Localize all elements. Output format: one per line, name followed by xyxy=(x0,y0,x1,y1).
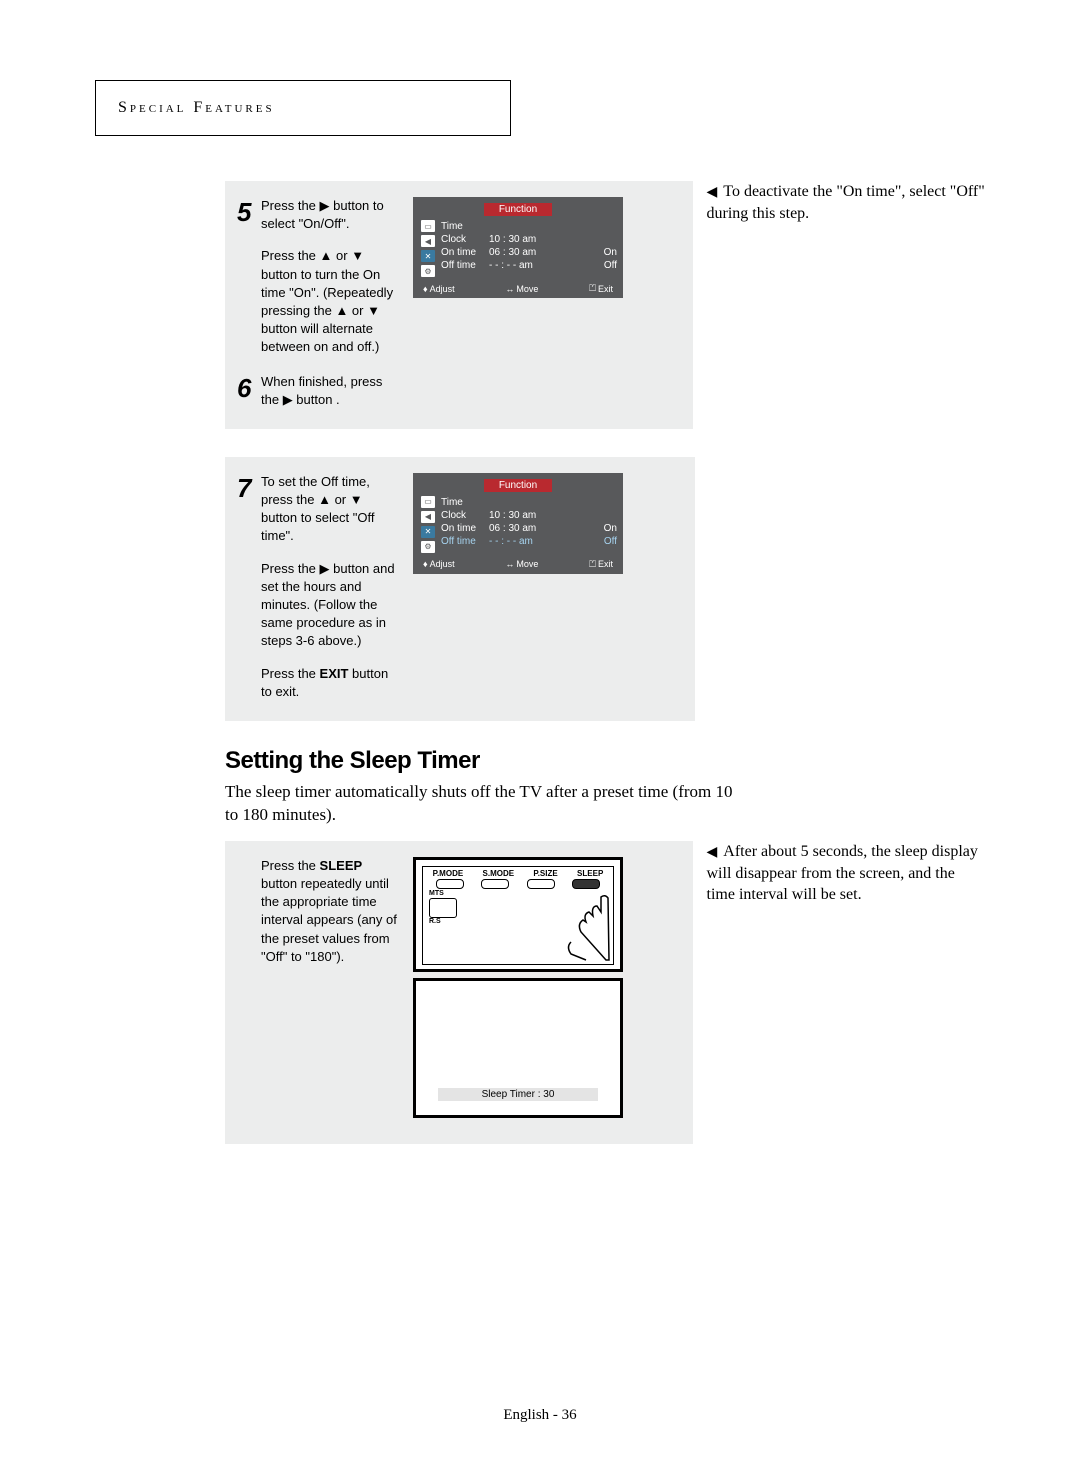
picture-icon: ▭ xyxy=(421,496,435,508)
osd-on-lbl: On time xyxy=(441,247,489,258)
picture-icon: ▭ xyxy=(421,220,435,232)
osd-menu: Function ▭ ◀ ✕ ⚙ Time Clock10 : 30 am xyxy=(413,473,623,574)
step-number xyxy=(237,857,261,859)
remote-btn-label: P.SIZE xyxy=(533,869,557,878)
side-note-2: ◀After about 5 seconds, the sleep displa… xyxy=(707,841,986,906)
remote-btn-label: P.MODE xyxy=(433,869,464,878)
osd-clock-lbl: Clock xyxy=(441,510,489,521)
down-arrow-icon: ▼ xyxy=(350,492,363,507)
osd-adjust: ♦ Adjust xyxy=(423,283,455,294)
step-text: When finished, press the ▶ button . xyxy=(261,373,409,409)
left-pointer-icon: ◀ xyxy=(707,844,718,863)
note-text: To deactivate the "On time", select "Off… xyxy=(707,183,985,222)
section-intro: The sleep timer automatically shuts off … xyxy=(225,781,745,827)
osd-time-lbl: Time xyxy=(441,221,489,232)
page-footer: English - 36 xyxy=(0,1407,1080,1424)
step-number: 6 xyxy=(237,373,261,401)
osd-move: ↔ Move xyxy=(505,559,538,570)
osd-off-lbl: Off time xyxy=(441,260,489,271)
osd-on-lbl: On time xyxy=(441,523,489,534)
sleep-timer-bar: Sleep Timer : 30 xyxy=(438,1088,598,1101)
remote-button xyxy=(527,879,555,889)
osd-title: Function xyxy=(484,479,552,492)
osd-title: Function xyxy=(484,203,552,216)
header-text: Special Features xyxy=(118,99,275,116)
osd-clock-lbl: Clock xyxy=(441,234,489,245)
osd-off-val: - - : - - am xyxy=(489,260,595,271)
hand-icon xyxy=(511,892,611,962)
down-arrow-icon: ▼ xyxy=(367,303,380,318)
step-number: 7 xyxy=(237,473,261,501)
osd-off-stat: Off xyxy=(595,536,617,547)
channel-icon: ✕ xyxy=(421,250,435,262)
setup-icon: ⚙ xyxy=(421,541,435,553)
note-text: After about 5 seconds, the sleep display… xyxy=(707,843,978,903)
section-title: Setting the Sleep Timer xyxy=(225,747,985,775)
channel-icon: ✕ xyxy=(421,526,435,538)
remote-illustration: P.MODE S.MODE P.SIZE SLEEP xyxy=(413,857,623,972)
osd-exit: ⏍ Exit xyxy=(589,283,613,294)
tv-screen-illustration: Sleep Timer : 30 xyxy=(413,978,623,1118)
remote-button xyxy=(436,879,464,889)
osd-exit: ⏍ Exit xyxy=(589,559,613,570)
remote-btn-label: S.MODE xyxy=(483,869,515,878)
osd-clock-val: 10 : 30 am xyxy=(489,510,617,521)
step-5: 5 Press the ▶ button to select "On/Off".… xyxy=(225,191,693,367)
setup-icon: ⚙ xyxy=(421,265,435,277)
remote-pad xyxy=(429,898,457,918)
step-7: 7 To set the Off time, press the ▲ or ▼ … xyxy=(225,467,695,711)
up-arrow-icon: ▲ xyxy=(335,303,348,318)
osd-on-val: 06 : 30 am xyxy=(489,523,595,534)
left-pointer-icon: ◀ xyxy=(707,184,718,203)
osd-off-val: - - : - - am xyxy=(489,536,595,547)
sound-icon: ◀ xyxy=(421,235,435,247)
steps-block-2: 7 To set the Off time, press the ▲ or ▼ … xyxy=(225,457,695,721)
up-arrow-icon: ▲ xyxy=(318,492,331,507)
right-arrow-icon: ▶ xyxy=(283,392,293,407)
osd-on-stat: On xyxy=(595,523,617,534)
step-number: 5 xyxy=(237,197,261,225)
step-sleep: Press the SLEEP button repeatedly until … xyxy=(225,851,693,1128)
sound-icon: ◀ xyxy=(421,511,435,523)
remote-btn-label: SLEEP xyxy=(577,869,603,878)
osd-move: ↔ Move xyxy=(505,283,538,294)
right-arrow-icon: ▶ xyxy=(320,561,330,576)
osd-on-stat: On xyxy=(595,247,617,258)
step-text: Press the SLEEP button repeatedly until … xyxy=(261,857,409,966)
remote-sleep-button xyxy=(572,879,600,889)
up-arrow-icon: ▲ xyxy=(320,248,333,263)
steps-block-3: Press the SLEEP button repeatedly until … xyxy=(225,841,693,1144)
down-arrow-icon: ▼ xyxy=(351,248,364,263)
osd-adjust: ♦ Adjust xyxy=(423,559,455,570)
osd-off-stat: Off xyxy=(595,260,617,271)
right-arrow-icon: ▶ xyxy=(320,198,330,213)
osd-on-val: 06 : 30 am xyxy=(489,247,595,258)
step-text: Press the ▶ button to select "On/Off". P… xyxy=(261,197,409,357)
steps-block-1: 5 Press the ▶ button to select "On/Off".… xyxy=(225,181,693,429)
page-header: Special Features xyxy=(95,80,511,136)
remote-button xyxy=(481,879,509,889)
side-note-1: ◀To deactivate the "On time", select "Of… xyxy=(707,181,986,224)
step-text: To set the Off time, press the ▲ or ▼ bu… xyxy=(261,473,409,701)
osd-off-lbl: Off time xyxy=(441,536,489,547)
osd-menu: Function ▭ ◀ ✕ ⚙ Time Clock10 : 30 am xyxy=(413,197,623,298)
osd-clock-val: 10 : 30 am xyxy=(489,234,617,245)
step-6: 6 When finished, press the ▶ button . xyxy=(225,367,693,419)
osd-time-lbl: Time xyxy=(441,497,489,508)
